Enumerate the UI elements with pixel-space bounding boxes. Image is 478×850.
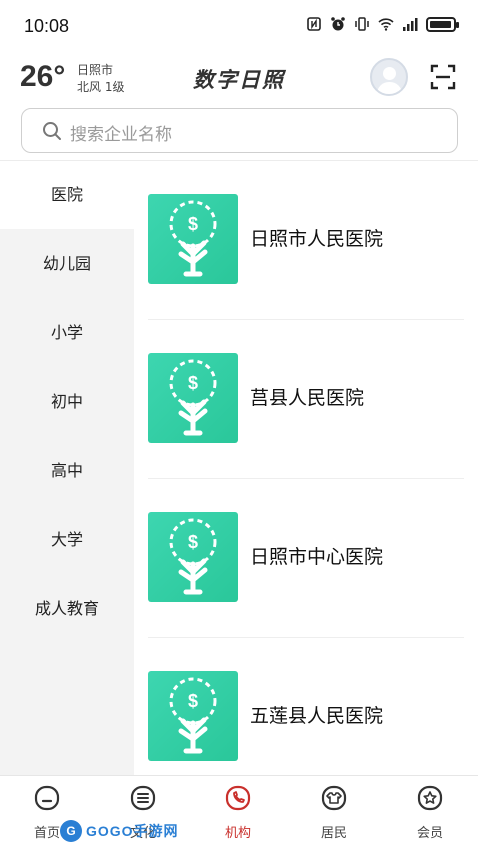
tab-institution[interactable]: 机构 (208, 784, 268, 844)
category-item-primary-school[interactable]: 小学 (0, 299, 134, 367)
institution-list: $ 日照市人民医院 $ 莒县人民医院 $ 日照市中心医院 $ 五莲县人民医院 (134, 161, 478, 775)
money-tree-icon: $ (148, 512, 238, 602)
avatar-icon[interactable] (370, 58, 408, 96)
signal-icon (403, 18, 418, 31)
tab-member[interactable]: 会员 (400, 784, 460, 844)
tab-label: 机构 (224, 826, 251, 841)
status-time: 10:08 (24, 16, 70, 36)
star-badge-icon (417, 785, 443, 811)
tab-residents[interactable]: 居民 (304, 784, 364, 844)
list-divider (148, 637, 464, 638)
list-divider (148, 319, 464, 320)
institution-name: 日照市中心医院 (250, 546, 384, 568)
list-item[interactable]: $ 莒县人民医院 (148, 353, 464, 483)
home-face-icon (34, 785, 60, 811)
scan-icon[interactable] (430, 64, 456, 90)
institution-name: 莒县人民医院 (250, 387, 365, 409)
tab-label: 会员 (416, 826, 443, 841)
category-sidebar: 医院 幼儿园 小学 初中 高中 大学 成人教育 (0, 161, 134, 775)
wifi-icon (378, 18, 394, 31)
list-item[interactable]: $ 日照市中心医院 (148, 512, 464, 642)
category-item-university[interactable]: 大学 (0, 506, 134, 574)
category-item-senior-high[interactable]: 高中 (0, 437, 134, 505)
watermark-badge: G (60, 820, 82, 842)
search-icon (43, 122, 61, 140)
status-bar: 10:08 (0, 0, 478, 54)
alarm-icon (331, 17, 345, 31)
list-doc-icon (130, 785, 156, 811)
money-tree-icon: $ (148, 194, 238, 284)
phone-circle-icon (225, 785, 251, 811)
svg-text:$: $ (188, 532, 198, 552)
svg-text:$: $ (188, 373, 198, 393)
status-icons (306, 16, 459, 32)
vibrate-icon (355, 17, 369, 31)
category-item-hospital[interactable]: 医院 (0, 161, 134, 229)
search-placeholder: 搜索企业名称 (70, 125, 172, 145)
category-item-junior-high[interactable]: 初中 (0, 368, 134, 436)
watermark: G GOGO手游网 (60, 818, 179, 844)
battery-icon (426, 16, 459, 32)
list-item[interactable]: $ 日照市人民医院 (148, 194, 464, 324)
svg-text:$: $ (188, 691, 198, 711)
institution-name: 五莲县人民医院 (250, 705, 384, 727)
app-header: 26° 日照市 北风 1级 数字日照 (0, 54, 478, 104)
list-divider (148, 478, 464, 479)
search-input[interactable]: 搜索企业名称 (21, 108, 458, 153)
money-tree-icon: $ (148, 353, 238, 443)
shirt-icon (321, 785, 347, 811)
institution-name: 日照市人民医院 (250, 228, 384, 250)
svg-text:$: $ (188, 214, 198, 234)
nfc-icon (307, 17, 321, 31)
tab-label: 居民 (320, 826, 347, 841)
watermark-text: GOGO手游网 (86, 823, 179, 839)
category-item-adult-education[interactable]: 成人教育 (0, 575, 134, 643)
category-item-kindergarten[interactable]: 幼儿园 (0, 230, 134, 298)
money-tree-icon: $ (148, 671, 238, 761)
